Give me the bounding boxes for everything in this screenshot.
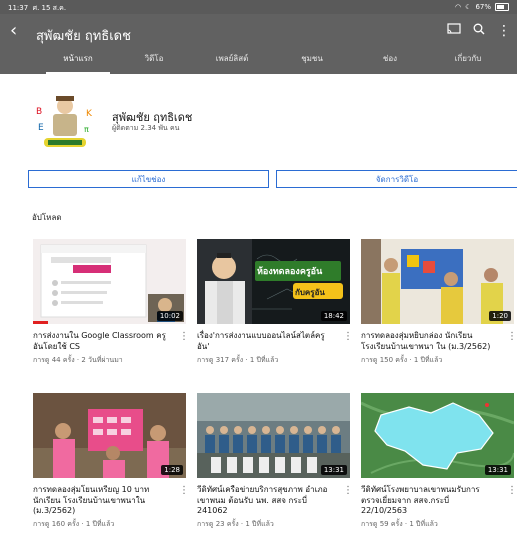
more-vert-icon[interactable]: ⋮ — [507, 331, 517, 342]
moon-icon: ☾ — [465, 3, 472, 11]
video-duration: 13:31 — [320, 465, 347, 475]
svg-text:B: B — [36, 107, 42, 117]
video-thumbnail[interactable]: 10:02 — [33, 239, 186, 324]
search-icon[interactable] — [473, 23, 485, 39]
more-vert-icon[interactable]: ⋮ — [343, 331, 353, 342]
wifi-icon: ◠ — [455, 3, 462, 11]
more-vert-icon[interactable]: ⋮ — [507, 485, 517, 496]
video-title[interactable]: วีดิทัศน์โรงพยาบาลเขาพนมรับการตรวจเยี่ยม… — [361, 485, 496, 517]
status-bar: 11:37 ศ. 15 ส.ค. ◠ ☾ 67% — [0, 0, 517, 14]
uploads-heading: อัปโหลด — [32, 213, 62, 222]
video-title[interactable]: การทดลองสุ่มโยนเหรียญ 10 บาท นักเรียน โร… — [33, 485, 168, 517]
edit-channel-button[interactable]: แก้ไขช่อง — [28, 170, 269, 188]
video-meta: การดู 59 ครั้ง · 1 ปีที่แล้ว — [361, 520, 438, 528]
video-meta: การดู 44 ครั้ง · 2 วันที่ผ่านมา — [33, 356, 123, 364]
video-thumbnail[interactable]: ห้องทดลองครูอัน กับครูอัน 18:42 — [197, 239, 350, 324]
battery-icon — [495, 3, 509, 11]
tab-about[interactable]: เกี่ยวกับ — [428, 44, 508, 74]
tab-community[interactable]: ชุมชน — [272, 44, 352, 74]
video-title[interactable]: วีดิทัศน์เครือข่ายบริการสุขภาพ อำเภอเขาพ… — [197, 485, 332, 517]
svg-text:E: E — [38, 123, 44, 133]
more-vert-icon[interactable]: ⋮ — [343, 485, 353, 496]
more-vert-icon[interactable]: ⋮ — [179, 331, 189, 342]
manage-videos-button[interactable]: จัดการวิดีโอ — [276, 170, 517, 188]
video-thumbnail[interactable]: 1:28 — [33, 393, 186, 478]
video-duration: 1:28 — [161, 465, 183, 475]
watch-progress-bar — [33, 321, 49, 324]
more-vert-icon[interactable]: ⋮ — [179, 485, 189, 496]
video-title[interactable]: การทดลองสุ่มหยิบกล่อง นักเรียนโรงเรียนบ้… — [361, 331, 496, 352]
video-meta: การดู 160 ครั้ง · 1 ปีที่แล้ว — [33, 520, 115, 528]
video-meta: การดู 317 ครั้ง · 1 ปีที่แล้ว — [197, 356, 279, 364]
back-arrow-icon[interactable]: ‹ — [10, 22, 17, 40]
battery-percent: 67% — [475, 3, 491, 11]
svg-text:π: π — [84, 125, 89, 134]
status-time: 11:37 ศ. 15 ส.ค. — [8, 4, 67, 12]
video-duration: 13:31 — [484, 465, 511, 475]
thumbnail-caption: ห้องทดลองครูอัน — [257, 267, 323, 277]
channel-title: สุพัฒชัย ฤทธิเดช — [36, 29, 131, 44]
channel-avatar[interactable]: B E K π — [30, 84, 100, 154]
subscriber-count: ผู้ติดตาม 2.34 พัน คน — [112, 124, 180, 132]
video-meta: การดู 23 ครั้ง · 1 ปีที่แล้ว — [197, 520, 274, 528]
battery-fill — [497, 5, 504, 9]
video-title[interactable]: การส่งงานใน Google Classroom ครูอันโดยใช… — [33, 331, 168, 352]
tab-videos[interactable]: วิดีโอ — [114, 44, 194, 74]
channel-tabs: หน้าแรก วิดีโอ เพลย์ลิสต์ ชุมชน ช่อง เกี… — [0, 44, 517, 74]
video-thumbnail[interactable]: 1:20 — [361, 239, 514, 324]
tab-home[interactable]: หน้าแรก — [38, 44, 118, 74]
tab-playlists[interactable]: เพลย์ลิสต์ — [192, 44, 272, 74]
video-thumbnail[interactable]: 13:31 — [197, 393, 350, 478]
video-thumbnail[interactable]: 13:31 — [361, 393, 514, 478]
thumbnail-badge: กับครูอัน — [295, 288, 325, 297]
cast-icon[interactable] — [447, 23, 461, 39]
video-duration: 10:02 — [156, 311, 183, 321]
tab-channels[interactable]: ช่อง — [350, 44, 430, 74]
video-title[interactable]: เรื่อง'การส่งงานแบบออนไลน์สไตล์ครูอัน' — [197, 331, 332, 352]
video-meta: การดู 150 ครั้ง · 1 ปีที่แล้ว — [361, 356, 443, 364]
video-duration: 1:20 — [489, 311, 511, 321]
status-right: ◠ ☾ 67% — [455, 3, 509, 11]
more-vert-icon[interactable]: ⋮ — [497, 23, 511, 39]
video-duration: 18:42 — [320, 311, 347, 321]
